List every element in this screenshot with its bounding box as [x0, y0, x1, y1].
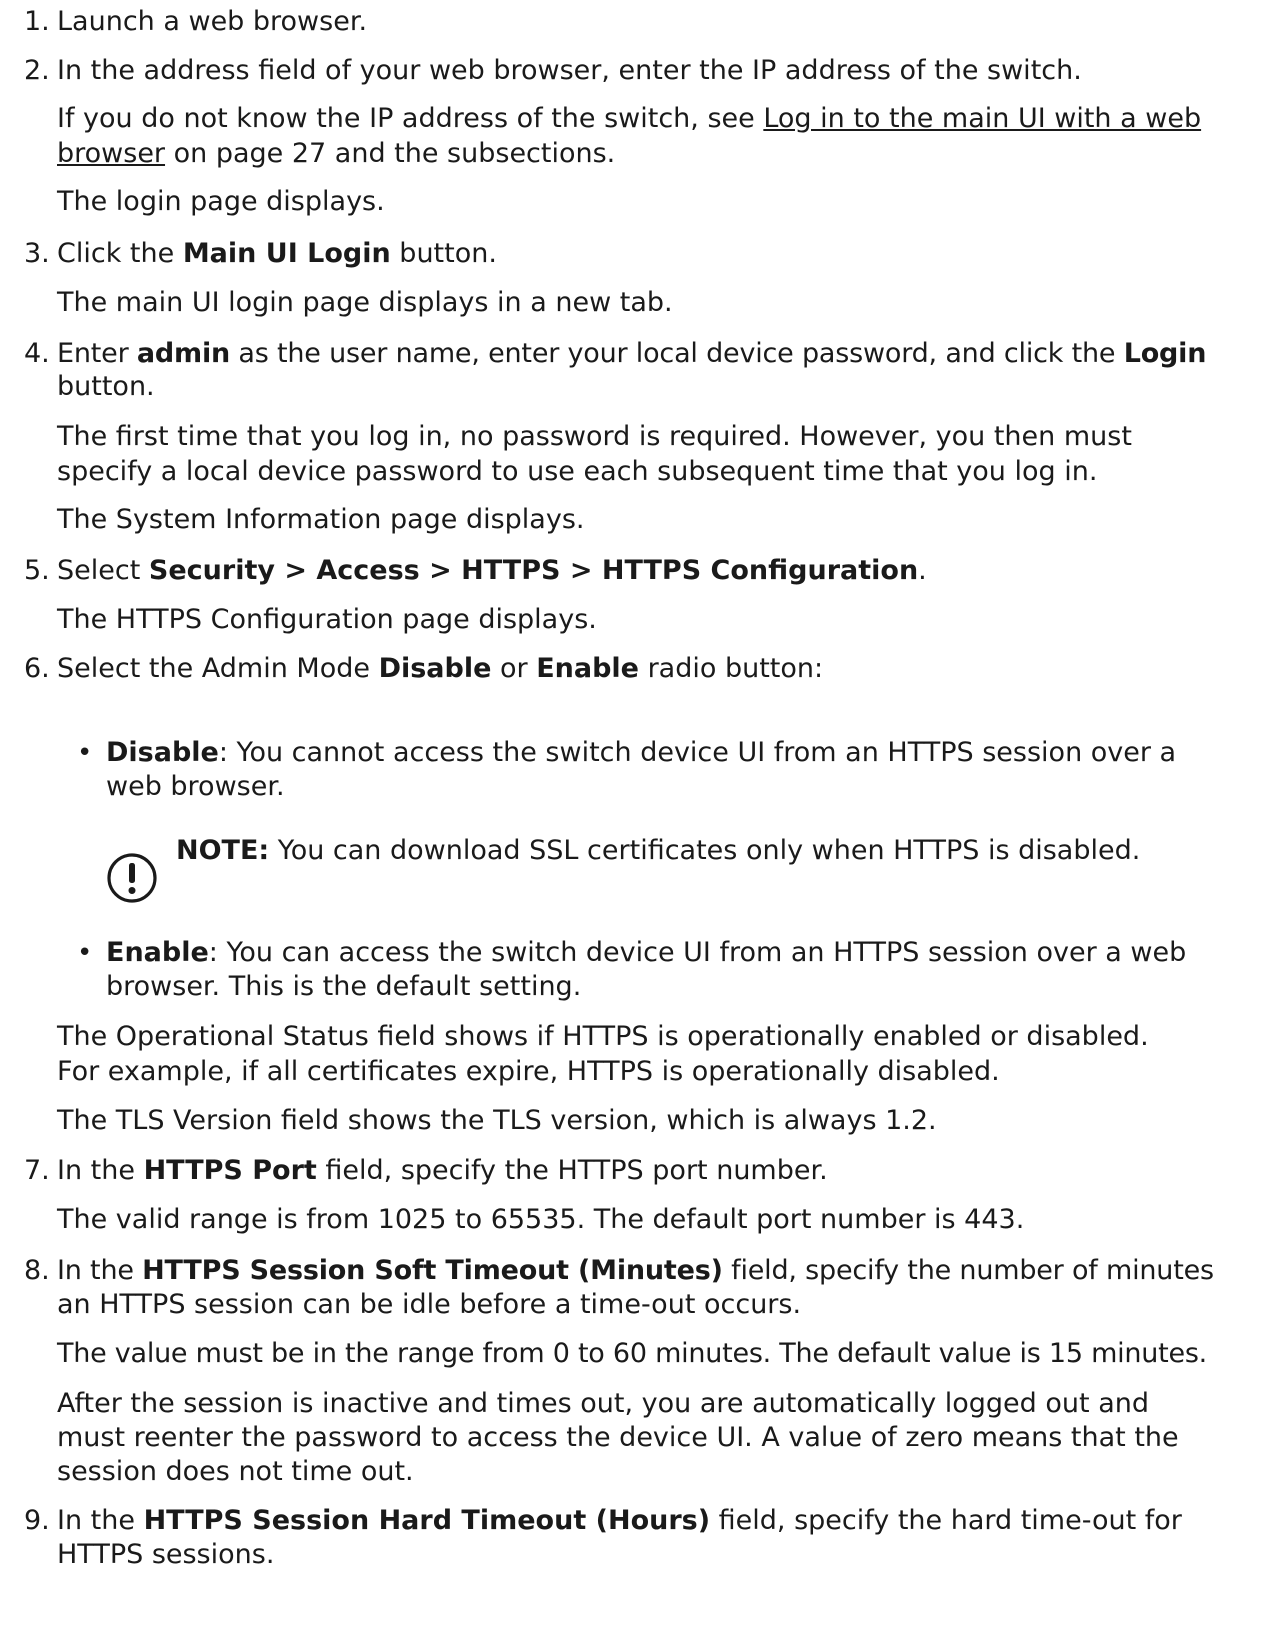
step-paragraph: The Operational Status field shows if HT… [57, 1021, 1149, 1052]
step-paragraph: The main UI login page displays in a new… [57, 287, 673, 318]
step-text: an HTTPS session can be idle before a ti… [57, 1289, 802, 1320]
step-paragraph: session does not time out. [57, 1456, 414, 1487]
step-text: Enter admin as the user name, enter your… [57, 338, 1207, 369]
menu-path: Security > Access > HTTPS > HTTPS Config… [148, 555, 919, 586]
step-paragraph: If you do not know the IP address of the… [57, 103, 1202, 134]
bullet-item: Enable: You can access the switch device… [106, 937, 1187, 968]
ui-element-name: admin [136, 338, 231, 369]
cross-reference-link[interactable]: Log in to the main UI with a web [763, 103, 1201, 134]
step-text: HTTPS sessions. [57, 1539, 275, 1570]
option-name: Disable [106, 737, 219, 768]
bullet-icon: • [77, 738, 93, 768]
step-paragraph: The TLS Version field shows the TLS vers… [57, 1105, 937, 1136]
note-label: NOTE: [176, 835, 270, 866]
field-name: HTTPS Session Hard Timeout (Hours) [143, 1505, 711, 1536]
step-paragraph: For example, if all certificates expire,… [57, 1056, 1000, 1087]
step-number: 3. [24, 238, 50, 269]
ui-element-name: Main UI Login [182, 238, 391, 269]
step-paragraph: The login page displays. [57, 186, 385, 217]
step-number: 8. [24, 1255, 50, 1286]
exclamation-circle-icon [107, 853, 157, 903]
option-name: Enable [106, 937, 209, 968]
step-paragraph: The first time that you log in, no passw… [57, 421, 1132, 452]
step-number: 5. [24, 555, 50, 586]
step-paragraph: The value must be in the range from 0 to… [57, 1338, 1207, 1369]
bullet-icon: • [77, 938, 93, 968]
step-text: In the HTTPS Session Hard Timeout (Hours… [57, 1505, 1182, 1536]
step-number: 7. [24, 1155, 50, 1186]
step-number: 4. [24, 338, 50, 369]
step-paragraph: browser on page 27 and the subsections. [57, 138, 616, 169]
step-number: 2. [24, 55, 50, 86]
field-name: HTTPS Session Soft Timeout (Minutes) [142, 1255, 723, 1286]
note-text: NOTE: You can download SSL certificates … [176, 835, 1141, 866]
step-number: 9. [24, 1505, 50, 1536]
step-text: Launch a web browser. [57, 6, 368, 37]
cross-reference-link[interactable]: browser [57, 138, 165, 169]
step-text: In the address field of your web browser… [57, 55, 1082, 86]
step-paragraph: must reenter the password to access the … [57, 1422, 1179, 1453]
step-text: In the HTTPS Port field, specify the HTT… [57, 1155, 828, 1186]
step-text: Click the Main UI Login button. [57, 238, 497, 269]
bullet-item: web browser. [106, 771, 285, 802]
ui-element-name: Enable [536, 653, 639, 684]
step-paragraph: The valid range is from 1025 to 65535. T… [57, 1204, 1025, 1235]
ui-element-name: Disable [378, 653, 492, 684]
step-text: button. [57, 371, 155, 402]
step-paragraph: The HTTPS Configuration page displays. [57, 604, 597, 635]
step-paragraph: After the session is inactive and times … [57, 1388, 1149, 1419]
bullet-item: Disable: You cannot access the switch de… [106, 737, 1177, 768]
step-text: In the HTTPS Session Soft Timeout (Minut… [57, 1255, 1214, 1286]
step-text: Select the Admin Mode Disable or Enable … [57, 653, 824, 684]
step-number: 6. [24, 653, 50, 684]
ui-element-name: Login [1123, 338, 1207, 369]
bullet-item: browser. This is the default setting. [106, 971, 582, 1002]
step-number: 1. [24, 6, 50, 37]
step-paragraph: The System Information page displays. [57, 504, 585, 535]
field-name: HTTPS Port [143, 1155, 317, 1186]
step-paragraph: specify a local device password to use e… [57, 456, 1098, 487]
step-text: Select Security > Access > HTTPS > HTTPS… [57, 555, 927, 586]
